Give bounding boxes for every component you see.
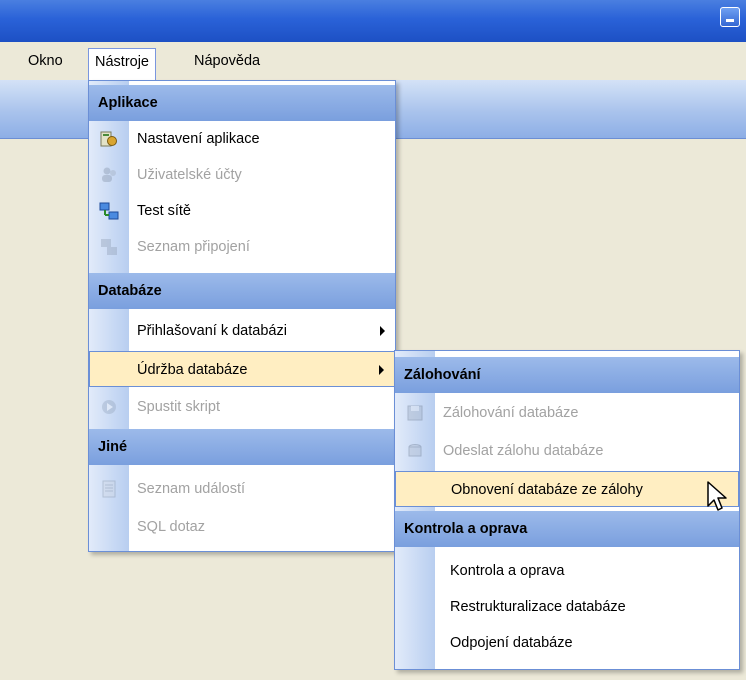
event-list-icon bbox=[102, 480, 116, 498]
section-header-aplikace: Aplikace bbox=[89, 85, 395, 121]
menu-item-restrukturalizace[interactable]: Restrukturalizace databáze bbox=[395, 589, 739, 625]
menu-okno[interactable]: Okno bbox=[22, 48, 69, 76]
menu-item-nastaveni-aplikace[interactable]: Nastavení aplikace bbox=[89, 121, 395, 157]
mouse-cursor-icon bbox=[707, 481, 727, 511]
menu-item-label: Údržba databáze bbox=[137, 362, 248, 378]
network-test-icon bbox=[99, 202, 119, 220]
section-header-zalohovani: Zálohování bbox=[395, 357, 739, 393]
menu-item-odeslat-zalohu[interactable]: Odeslat zálohu databáze bbox=[395, 433, 739, 469]
settings-icon bbox=[100, 131, 117, 147]
connections-icon bbox=[101, 239, 117, 255]
minimize-button[interactable] bbox=[720, 7, 740, 27]
menu-item-label: SQL dotaz bbox=[137, 519, 205, 535]
menu-item-label: Test sítě bbox=[137, 203, 191, 219]
section-header-kontrola-a-oprava: Kontrola a oprava bbox=[395, 511, 739, 547]
menu-item-label: Restrukturalizace databáze bbox=[450, 599, 626, 615]
menu-item-label: Nastavení aplikace bbox=[137, 131, 260, 147]
menu-item-kontrola-a-oprava[interactable]: Kontrola a oprava bbox=[395, 553, 739, 589]
menu-item-sql-dotaz[interactable]: SQL dotaz bbox=[89, 509, 395, 545]
menu-item-label: Seznam událostí bbox=[137, 481, 246, 497]
menu-item-uzivatelske-ucty[interactable]: Uživatelské účty bbox=[89, 157, 395, 193]
menu-item-zalohovani-databaze[interactable]: Zálohování databáze bbox=[395, 395, 739, 431]
menu-item-label: Kontrola a oprava bbox=[450, 563, 565, 579]
send-backup-icon bbox=[408, 444, 422, 457]
menu-item-test-site[interactable]: Test sítě bbox=[89, 193, 395, 229]
submenu-arrow-icon bbox=[379, 365, 384, 375]
run-script-icon bbox=[102, 400, 116, 414]
section-header-databaze: Databáze bbox=[89, 273, 395, 309]
menu-item-spustit-skript[interactable]: Spustit skript bbox=[89, 389, 395, 425]
menu-item-odpojeni-databaze[interactable]: Odpojení databáze bbox=[395, 625, 739, 661]
title-bar bbox=[0, 0, 746, 42]
menu-nastroje[interactable]: Nástroje bbox=[88, 48, 156, 80]
menu-item-label: Odeslat zálohu databáze bbox=[443, 443, 604, 459]
menu-item-label: Zálohování databáze bbox=[443, 405, 579, 421]
tools-menu: Aplikace Nastavení aplikace Uživatelské … bbox=[88, 80, 396, 552]
submenu-arrow-icon bbox=[380, 326, 385, 336]
menu-item-obnoveni-databaze[interactable]: Obnovení databáze ze zálohy bbox=[395, 471, 739, 507]
menu-item-label: Obnovení databáze ze zálohy bbox=[451, 482, 643, 498]
menu-item-seznam-pripojeni[interactable]: Seznam připojení bbox=[89, 229, 395, 265]
menu-item-label: Přihlašovaní k databázi bbox=[137, 323, 287, 339]
maintenance-submenu: Zálohování Zálohování databáze Odeslat z… bbox=[394, 350, 740, 670]
menu-napoveda[interactable]: Nápověda bbox=[188, 48, 266, 76]
menu-item-label: Odpojení databáze bbox=[450, 635, 573, 651]
menu-item-label: Spustit skript bbox=[137, 399, 220, 415]
backup-icon bbox=[407, 405, 423, 421]
menu-item-udrzba-databaze[interactable]: Údržba databáze bbox=[89, 351, 395, 387]
menu-item-seznam-udalosti[interactable]: Seznam událostí bbox=[89, 471, 395, 507]
menu-item-label: Uživatelské účty bbox=[137, 167, 242, 183]
menu-item-prihlasovani-k-databazi[interactable]: Přihlašovaní k databázi bbox=[89, 313, 395, 349]
section-header-jine: Jiné bbox=[89, 429, 395, 465]
menu-bar: Okno Nástroje Nápověda bbox=[0, 42, 746, 81]
users-icon bbox=[102, 167, 116, 182]
menu-item-label: Seznam připojení bbox=[137, 239, 250, 255]
